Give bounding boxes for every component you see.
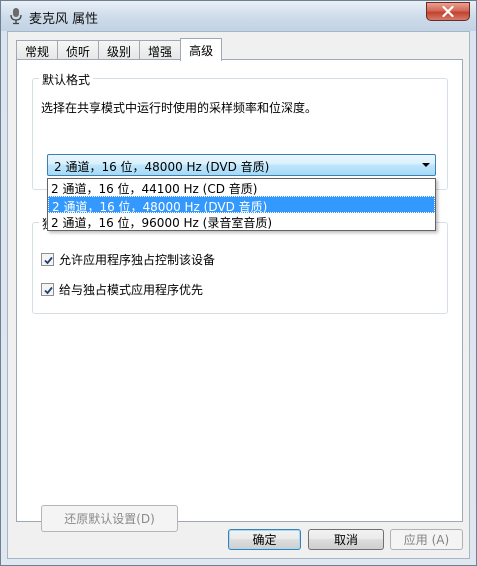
sample-format-selected: 2 通道，16 位，48000 Hz (DVD 音质) bbox=[54, 160, 270, 174]
advanced-tab-panel: 默认格式 选择在共享模式中运行时使用的采样频率和位深度。 独 允许应用程序独占控… bbox=[16, 59, 463, 532]
allow-exclusive-checkbox[interactable] bbox=[41, 253, 54, 266]
allow-exclusive-row[interactable]: 允许应用程序独占控制该设备 bbox=[41, 251, 215, 268]
restore-defaults-button[interactable]: 还原默认设置(D) bbox=[41, 505, 178, 532]
format-option-44100[interactable]: 2 通道，16 位，44100 Hz (CD 音质) bbox=[48, 179, 435, 196]
title-bar[interactable]: 麦克风 属性 bbox=[1, 1, 476, 31]
exclusive-priority-checkbox[interactable] bbox=[41, 283, 54, 296]
checkmark-icon bbox=[44, 286, 53, 295]
close-icon bbox=[442, 6, 454, 17]
sample-format-dropdown: 2 通道，16 位，44100 Hz (CD 音质) 2 通道，16 位，480… bbox=[47, 178, 436, 231]
apply-button[interactable]: 应用 (A) bbox=[390, 529, 463, 550]
dialog-client-area: 常规 侦听 级别 增强 高级 默认格式 选择在共享模式中运行时使用的采样频率和位… bbox=[7, 31, 470, 559]
cancel-button[interactable]: 取消 bbox=[308, 529, 384, 550]
ok-button[interactable]: 确定 bbox=[228, 529, 301, 550]
chevron-down-icon[interactable] bbox=[422, 163, 430, 167]
tab-levels[interactable]: 级别 bbox=[98, 40, 141, 60]
window-title: 麦克风 属性 bbox=[29, 12, 99, 27]
tab-advanced[interactable]: 高级 bbox=[180, 38, 223, 61]
format-option-48000[interactable]: 2 通道，16 位，48000 Hz (DVD 音质) bbox=[48, 196, 435, 214]
tab-general[interactable]: 常规 bbox=[16, 40, 59, 60]
exclusive-priority-row[interactable]: 给与独占模式应用程序优先 bbox=[41, 281, 203, 298]
format-option-96000[interactable]: 2 通道，16 位，96000 Hz (录音室音质) bbox=[48, 213, 435, 230]
properties-window: 麦克风 属性 常规 侦听 级别 增强 高级 默认格式 选择在共享模式中运行时使用… bbox=[0, 0, 477, 566]
default-format-legend: 默认格式 bbox=[39, 71, 94, 88]
checkmark-icon bbox=[44, 256, 53, 265]
sample-format-combobox[interactable]: 2 通道，16 位，48000 Hz (DVD 音质) bbox=[47, 154, 436, 176]
allow-exclusive-label: 允许应用程序独占控制该设备 bbox=[59, 253, 216, 267]
exclusive-priority-label: 给与独占模式应用程序优先 bbox=[59, 283, 204, 297]
tab-strip: 常规 侦听 级别 增强 高级 bbox=[16, 38, 223, 61]
tab-enhancements[interactable]: 增强 bbox=[139, 40, 182, 60]
default-format-description: 选择在共享模式中运行时使用的采样频率和位深度。 bbox=[41, 101, 318, 115]
exclusive-mode-group: 独 允许应用程序独占控制该设备 给与独占模式应用程序优 bbox=[32, 215, 448, 314]
tab-listen[interactable]: 侦听 bbox=[57, 40, 100, 60]
close-button[interactable] bbox=[426, 2, 470, 21]
microphone-icon bbox=[10, 8, 22, 25]
